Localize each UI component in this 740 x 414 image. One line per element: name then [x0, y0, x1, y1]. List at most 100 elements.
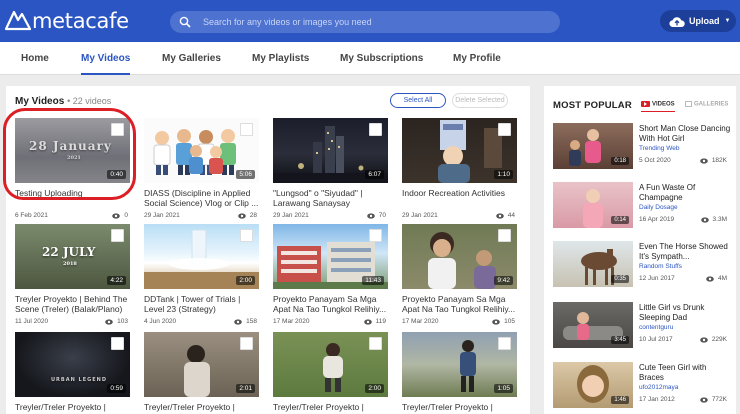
top-header: metacafe Upload ▼	[0, 0, 740, 42]
eye-icon	[237, 212, 246, 219]
popular-thumbnail[interactable]: 1:46	[553, 362, 633, 408]
duration-badge: 1:46	[611, 396, 629, 404]
popular-item[interactable]: 3:45 Little Girl vs Drunk Sleeping Dad c…	[553, 302, 733, 348]
video-thumbnail[interactable]: 2:00	[144, 224, 259, 289]
duration-badge: 2:00	[236, 276, 255, 285]
video-title[interactable]: Treyler/Treler Proyekto | Hango Buod (Pr…	[15, 402, 130, 414]
video-card[interactable]: 9:42 Proyekto Panayam Sa Mga Apat Na Tao…	[402, 224, 517, 327]
video-title[interactable]: DDTank | Tower of Trials | Level 23 (Str…	[144, 294, 259, 314]
popular-title[interactable]: Little Girl vs Drunk Sleeping Dad	[639, 303, 733, 323]
video-thumbnail[interactable]: 22 JULY 2018 4:22	[15, 224, 130, 289]
video-thumbnail[interactable]: 1:05	[402, 332, 517, 397]
select-checkbox[interactable]	[498, 337, 511, 350]
video-title[interactable]: Treyler/Treler Proyekto | Hango Buod (Pr…	[144, 402, 259, 414]
video-title[interactable]: Proyekto Panayam Sa Mga Apat Na Tao Tung…	[402, 294, 517, 314]
popular-item[interactable]: 1:46 Cute Teen Girl with Braces ufo2012m…	[553, 362, 733, 408]
select-checkbox[interactable]	[240, 123, 253, 136]
delete-selected-button[interactable]: Delete Selected	[452, 93, 508, 108]
popular-item[interactable]: 0:35 Even The Horse Showed It's Sympath.…	[553, 241, 733, 287]
search-bar[interactable]	[170, 11, 560, 33]
nav-my-subscriptions[interactable]: My Subscriptions	[340, 42, 423, 75]
video-title[interactable]: Indoor Recreation Activities	[402, 188, 517, 208]
video-card[interactable]: URBAN LEGEND 0:59 Treyler/Treler Proyekt…	[15, 332, 130, 414]
nav-my-profile[interactable]: My Profile	[453, 42, 501, 75]
popular-channel[interactable]: Daily Dosage	[639, 204, 678, 211]
eye-icon	[112, 212, 121, 219]
select-checkbox[interactable]	[369, 337, 382, 350]
duration-badge: 1:05	[494, 384, 513, 393]
video-title[interactable]: "Lungsod" o "Siyudad" | Larawang Sanaysa…	[273, 188, 388, 208]
select-checkbox[interactable]	[240, 337, 253, 350]
views-count: 105	[504, 318, 515, 325]
video-date: 11 Jul 2020	[15, 318, 49, 325]
select-checkbox[interactable]	[498, 229, 511, 242]
select-checkbox[interactable]	[369, 229, 382, 242]
select-checkbox[interactable]	[369, 123, 382, 136]
video-thumbnail[interactable]: URBAN LEGEND 0:59	[15, 332, 130, 397]
video-title[interactable]: Proyekto Panayam Sa Mga Apat Na Tao Tung…	[273, 294, 388, 314]
popular-thumbnail[interactable]: 0:18	[553, 123, 633, 169]
video-thumbnail[interactable]: 5:06	[144, 118, 259, 183]
video-card[interactable]: 5:06 DIASS (Discipline in Applied Social…	[144, 118, 259, 221]
video-card[interactable]: 1:05 Treyler/Treler Proyekto | Hango Buo…	[402, 332, 517, 414]
video-card[interactable]: 2:00 DDTank | Tower of Trials | Level 23…	[144, 224, 259, 327]
video-thumbnail[interactable]: 11:43	[273, 224, 388, 289]
tab-galleries[interactable]: GALLERIES	[685, 101, 728, 108]
upload-button[interactable]: Upload ▼	[660, 10, 736, 32]
thumb-overlay-year: 2021	[67, 155, 81, 161]
video-card[interactable]: 2:01 Treyler/Treler Proyekto | Hango Buo…	[144, 332, 259, 414]
video-views: 105	[492, 318, 515, 325]
select-checkbox[interactable]	[240, 229, 253, 242]
popular-title[interactable]: Cute Teen Girl with Braces	[639, 363, 733, 383]
video-title[interactable]: Testing Uploading	[15, 188, 130, 208]
popular-channel[interactable]: Random Stuffs	[639, 263, 682, 270]
popular-channel[interactable]: contentguru	[639, 324, 673, 331]
popular-thumbnail[interactable]: 3:45	[553, 302, 633, 348]
video-title[interactable]: Treyler Proyekto | Behind The Scene (Tre…	[15, 294, 130, 314]
video-title[interactable]: DIASS (Discipline in Applied Social Scie…	[144, 188, 259, 208]
select-checkbox[interactable]	[498, 123, 511, 136]
eye-icon	[700, 396, 708, 403]
metacafe-logo[interactable]: metacafe	[5, 8, 129, 34]
video-card[interactable]: 6:07 "Lungsod" o "Siyudad" | Larawang Sa…	[273, 118, 388, 221]
popular-item[interactable]: 0:14 A Fun Waste Of Champagne Daily Dosa…	[553, 182, 733, 228]
video-thumbnail[interactable]: 28 January 2021 0:40	[15, 118, 130, 183]
select-checkbox[interactable]	[111, 229, 124, 242]
popular-thumbnail[interactable]: 0:14	[553, 182, 633, 228]
popular-title[interactable]: Even The Horse Showed It's Sympath...	[639, 242, 733, 262]
nav-my-galleries[interactable]: My Galleries	[162, 42, 221, 75]
video-thumbnail[interactable]: 2:00	[273, 332, 388, 397]
popular-date: 16 Apr 2019	[639, 216, 675, 223]
video-card[interactable]: 1:10 Indoor Recreation Activities 29 Jan…	[402, 118, 517, 221]
eye-icon	[363, 318, 372, 325]
video-card[interactable]: 28 January 2021 0:40 Testing Uploading 6…	[15, 118, 130, 221]
video-card[interactable]: 11:43 Proyekto Panayam Sa Mga Apat Na Ta…	[273, 224, 388, 327]
nav-home[interactable]: Home	[21, 42, 49, 75]
video-title[interactable]: Treyler/Treler Proyekto | Hango Buod (Pr…	[273, 402, 388, 414]
video-views: 119	[363, 318, 386, 325]
video-card[interactable]: 22 JULY 2018 4:22 Treyler Proyekto | Beh…	[15, 224, 130, 327]
nav-my-playlists[interactable]: My Playlists	[252, 42, 309, 75]
video-card[interactable]: 2:00 Treyler/Treler Proyekto | Hango Buo…	[273, 332, 388, 414]
popular-thumbnail[interactable]: 0:35	[553, 241, 633, 287]
popular-title[interactable]: Short Man Close Dancing With Hot Girl	[639, 124, 733, 144]
popular-title[interactable]: A Fun Waste Of Champagne	[639, 183, 733, 203]
select-checkbox[interactable]	[111, 123, 124, 136]
views-count: 70	[378, 212, 386, 219]
select-checkbox[interactable]	[111, 337, 124, 350]
eye-icon	[366, 212, 375, 219]
popular-channel[interactable]: ufo2012maya	[639, 384, 678, 391]
tab-videos[interactable]: VIDEOS	[641, 101, 675, 112]
search-input[interactable]	[203, 17, 543, 27]
popular-channel[interactable]: Trending Web	[639, 145, 679, 152]
video-thumbnail[interactable]: 1:10	[402, 118, 517, 183]
popular-item[interactable]: 0:18 Short Man Close Dancing With Hot Gi…	[553, 123, 733, 169]
nav-my-videos[interactable]: My Videos	[81, 42, 131, 75]
video-thumbnail[interactable]: 9:42	[402, 224, 517, 289]
video-thumbnail[interactable]: 2:01	[144, 332, 259, 397]
video-title[interactable]: Treyler/Treler Proyekto | Hango Buod (Pr…	[402, 402, 517, 414]
select-all-button[interactable]: Select All	[390, 93, 446, 108]
chevron-down-icon: ▼	[724, 18, 731, 24]
video-thumbnail[interactable]: 6:07	[273, 118, 388, 183]
search-icon	[179, 16, 191, 28]
